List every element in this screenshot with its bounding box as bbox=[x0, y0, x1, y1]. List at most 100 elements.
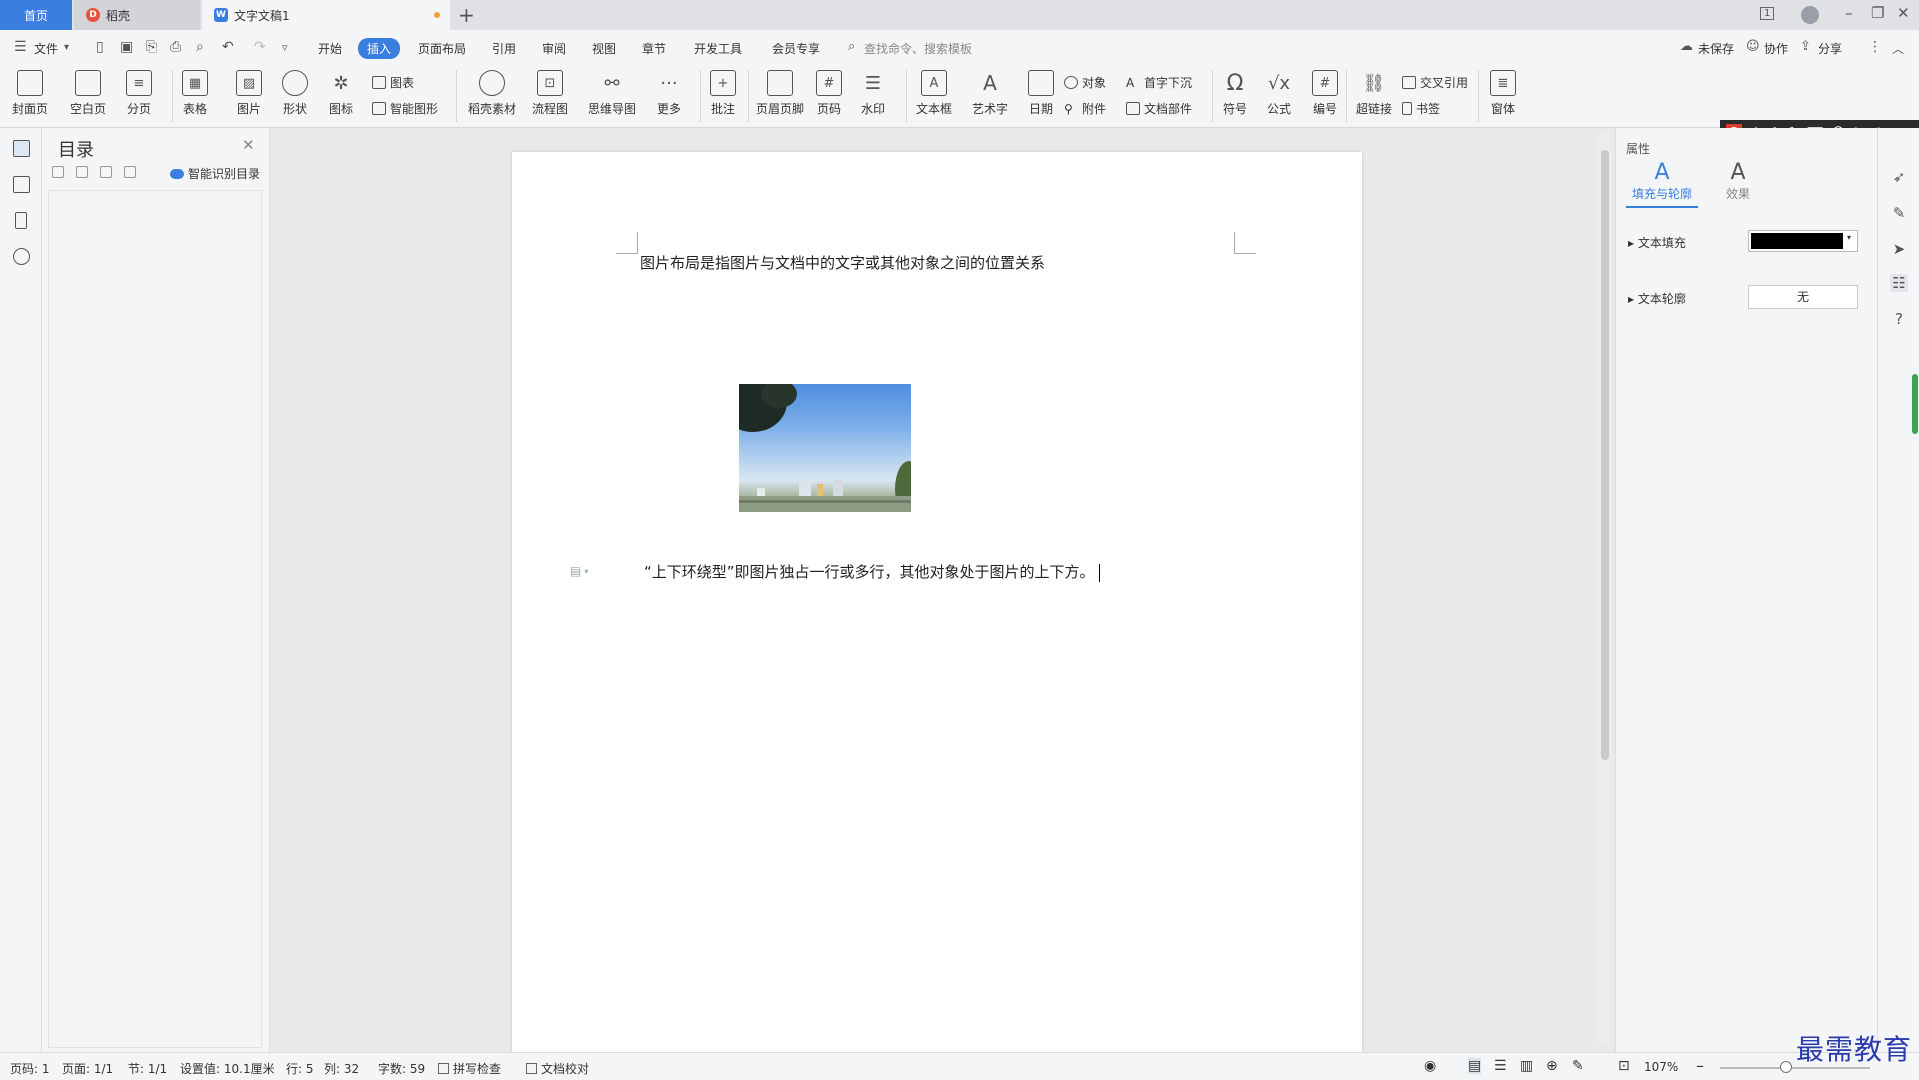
menu-developer[interactable]: 开发工具 bbox=[694, 40, 742, 57]
save-icon[interactable]: ▣ bbox=[120, 39, 133, 55]
pointer-icon[interactable]: ➤ bbox=[1890, 240, 1908, 258]
status-section[interactable]: 节: 1/1 bbox=[128, 1060, 167, 1077]
menu-chapter[interactable]: 章节 bbox=[642, 40, 666, 57]
format-painter-icon[interactable]: ⎘ bbox=[146, 39, 157, 55]
status-page[interactable]: 页面: 1/1 bbox=[62, 1060, 113, 1077]
zoom-slider-handle[interactable] bbox=[1780, 1061, 1792, 1073]
zoom-out-icon[interactable]: – bbox=[1696, 1056, 1704, 1075]
tab-fill-outline[interactable]: A 填充与轮廓 bbox=[1626, 160, 1698, 208]
collab-button[interactable]: 协作 bbox=[1764, 40, 1788, 57]
blank-page-button[interactable]: 空白页 bbox=[70, 70, 106, 117]
formula-button[interactable]: √x 公式 bbox=[1266, 70, 1292, 117]
dropcap-button[interactable]: A 首字下沉 bbox=[1126, 74, 1192, 91]
rocket-icon[interactable]: ➶ bbox=[1890, 168, 1908, 186]
reading-view-icon[interactable]: ▥ bbox=[1520, 1058, 1533, 1074]
close-icon[interactable]: ✕ bbox=[1897, 4, 1910, 22]
chart-button[interactable]: 图表 bbox=[372, 74, 414, 91]
menu-member[interactable]: 会员专享 bbox=[772, 40, 820, 57]
help-icon[interactable]: ? bbox=[1890, 310, 1908, 328]
document-page[interactable]: 图片布局是指图片与文档中的文字或其他对象之间的位置关系 ▤ ▾ “上下环绕型”即图… bbox=[512, 152, 1362, 1052]
spell-check-button[interactable]: 拼写检查 bbox=[438, 1060, 501, 1077]
quick-access-more-icon[interactable]: ▿ bbox=[282, 41, 288, 54]
bookmark-nav-icon[interactable] bbox=[15, 212, 27, 229]
share-button[interactable]: 分享 bbox=[1818, 40, 1842, 57]
toc-nav-icon[interactable] bbox=[13, 140, 30, 157]
collapse-ribbon-icon[interactable]: ︿ bbox=[1892, 40, 1904, 57]
page-view-icon[interactable]: ▤ bbox=[1468, 1058, 1482, 1074]
picture-button[interactable]: ▨ 图片 bbox=[236, 70, 262, 117]
new-doc-icon[interactable]: ▯ bbox=[96, 39, 104, 55]
smartart-button[interactable]: 智能图形 bbox=[372, 100, 438, 117]
mindmap-button[interactable]: ⚯ 思维导图 bbox=[588, 70, 636, 117]
menu-home[interactable]: 开始 bbox=[318, 40, 342, 57]
smart-toc-button[interactable]: 智能识别目录 bbox=[170, 165, 260, 182]
watermark-button[interactable]: ☰ 水印 bbox=[860, 70, 886, 117]
inserted-photo[interactable] bbox=[739, 384, 911, 512]
unsaved-status[interactable]: 未保存 bbox=[1698, 40, 1734, 57]
text-fill-row[interactable]: ▸ 文本填充 bbox=[1628, 234, 1686, 251]
menu-review[interactable]: 审阅 bbox=[542, 40, 566, 57]
hamburger-icon[interactable]: ☰ bbox=[14, 39, 27, 55]
attachment-button[interactable]: ⚲ 附件 bbox=[1064, 100, 1106, 117]
table-button[interactable]: ▦ 表格 bbox=[182, 70, 208, 117]
property-panel-title[interactable]: 属性 bbox=[1626, 140, 1650, 157]
menu-page-layout[interactable]: 页面布局 bbox=[418, 40, 466, 57]
doc-proof-button[interactable]: 文档校对 bbox=[526, 1060, 589, 1077]
textbox-button[interactable]: A 文本框 bbox=[916, 70, 952, 117]
write-view-icon[interactable]: ✎ bbox=[1572, 1058, 1584, 1074]
symbol-button[interactable]: Ω 符号 bbox=[1222, 70, 1248, 117]
toc-expand-icon[interactable] bbox=[52, 166, 64, 178]
more-menu-icon[interactable]: ⋮ bbox=[1868, 39, 1882, 55]
doc-parts-button[interactable]: 文档部件 bbox=[1126, 100, 1192, 117]
doc-proof-checkbox[interactable] bbox=[526, 1063, 537, 1074]
cover-page-button[interactable]: 封面页 bbox=[12, 70, 48, 117]
status-page-code[interactable]: 页码: 1 bbox=[10, 1060, 50, 1077]
zoom-value[interactable]: 107% bbox=[1644, 1060, 1678, 1074]
paragraph-handle[interactable]: ▤ ▾ bbox=[570, 564, 588, 578]
toc-close-icon[interactable]: ✕ bbox=[242, 136, 255, 154]
more-button[interactable]: ··· 更多 bbox=[656, 70, 682, 117]
file-chevron-down-icon[interactable]: ▾ bbox=[64, 42, 69, 53]
wordart-button[interactable]: A 艺术字 bbox=[972, 70, 1008, 117]
window-count-badge[interactable]: 1 bbox=[1760, 7, 1775, 20]
print-preview-icon[interactable]: ⌕ bbox=[196, 39, 204, 55]
chapter-nav-icon[interactable] bbox=[13, 176, 30, 193]
paragraph-2[interactable]: “上下环绕型”即图片独占一行或多行，其他对象处于图片的上下方。 bbox=[644, 561, 1101, 582]
tab-home[interactable]: 首页 bbox=[0, 0, 72, 30]
page-number-button[interactable]: # 页码 bbox=[816, 70, 842, 117]
toc-remove-icon[interactable] bbox=[124, 166, 136, 178]
vertical-scroll-thumb[interactable] bbox=[1601, 150, 1609, 760]
spell-check-checkbox[interactable] bbox=[438, 1063, 449, 1074]
status-word-count[interactable]: 字数: 59 bbox=[378, 1060, 425, 1077]
toc-add-icon[interactable] bbox=[100, 166, 112, 178]
web-view-icon[interactable]: ⊕ bbox=[1546, 1058, 1558, 1074]
status-col[interactable]: 列: 32 bbox=[324, 1060, 359, 1077]
bookmark-button[interactable]: 书签 bbox=[1402, 100, 1440, 117]
comment-button[interactable]: + 批注 bbox=[710, 70, 736, 117]
side-scroll-indicator[interactable] bbox=[1912, 374, 1918, 434]
minimize-icon[interactable]: – bbox=[1845, 4, 1853, 22]
text-outline-select[interactable]: 无 bbox=[1748, 285, 1858, 309]
flowchart-button[interactable]: ⊡ 流程图 bbox=[532, 70, 568, 117]
vertical-scrollbar[interactable] bbox=[1598, 134, 1612, 1046]
undo-icon[interactable]: ↶ bbox=[222, 39, 234, 55]
shape-button[interactable]: 形状 bbox=[282, 70, 308, 117]
status-setting[interactable]: 设置值: 10.1厘米 bbox=[180, 1060, 275, 1077]
paragraph-1[interactable]: 图片布局是指图片与文档中的文字或其他对象之间的位置关系 bbox=[640, 252, 1045, 273]
menu-file[interactable]: 文件 bbox=[34, 40, 58, 57]
date-button[interactable]: 日期 bbox=[1028, 70, 1054, 117]
fit-page-icon[interactable]: ⊡ bbox=[1618, 1058, 1630, 1074]
tab-document[interactable]: W 文字文稿1 bbox=[202, 0, 450, 30]
form-window-button[interactable]: ≣ 窗体 bbox=[1490, 70, 1516, 117]
numbering-button[interactable]: # 编号 bbox=[1312, 70, 1338, 117]
docer-material-button[interactable]: 稻壳素材 bbox=[468, 70, 516, 117]
text-outline-row[interactable]: ▸ 文本轮廓 bbox=[1628, 290, 1686, 307]
text-fill-color-picker[interactable]: ▾ bbox=[1748, 230, 1858, 252]
pen-icon[interactable]: ✎ bbox=[1890, 204, 1908, 222]
avatar[interactable] bbox=[1801, 6, 1819, 24]
menu-insert[interactable]: 插入 bbox=[358, 38, 401, 59]
new-tab-button[interactable]: + bbox=[458, 3, 475, 27]
menu-references[interactable]: 引用 bbox=[492, 40, 516, 57]
hyperlink-button[interactable]: ⛓ 超链接 bbox=[1356, 70, 1392, 117]
icon-library-button[interactable]: ✲ 图标 bbox=[328, 70, 354, 117]
